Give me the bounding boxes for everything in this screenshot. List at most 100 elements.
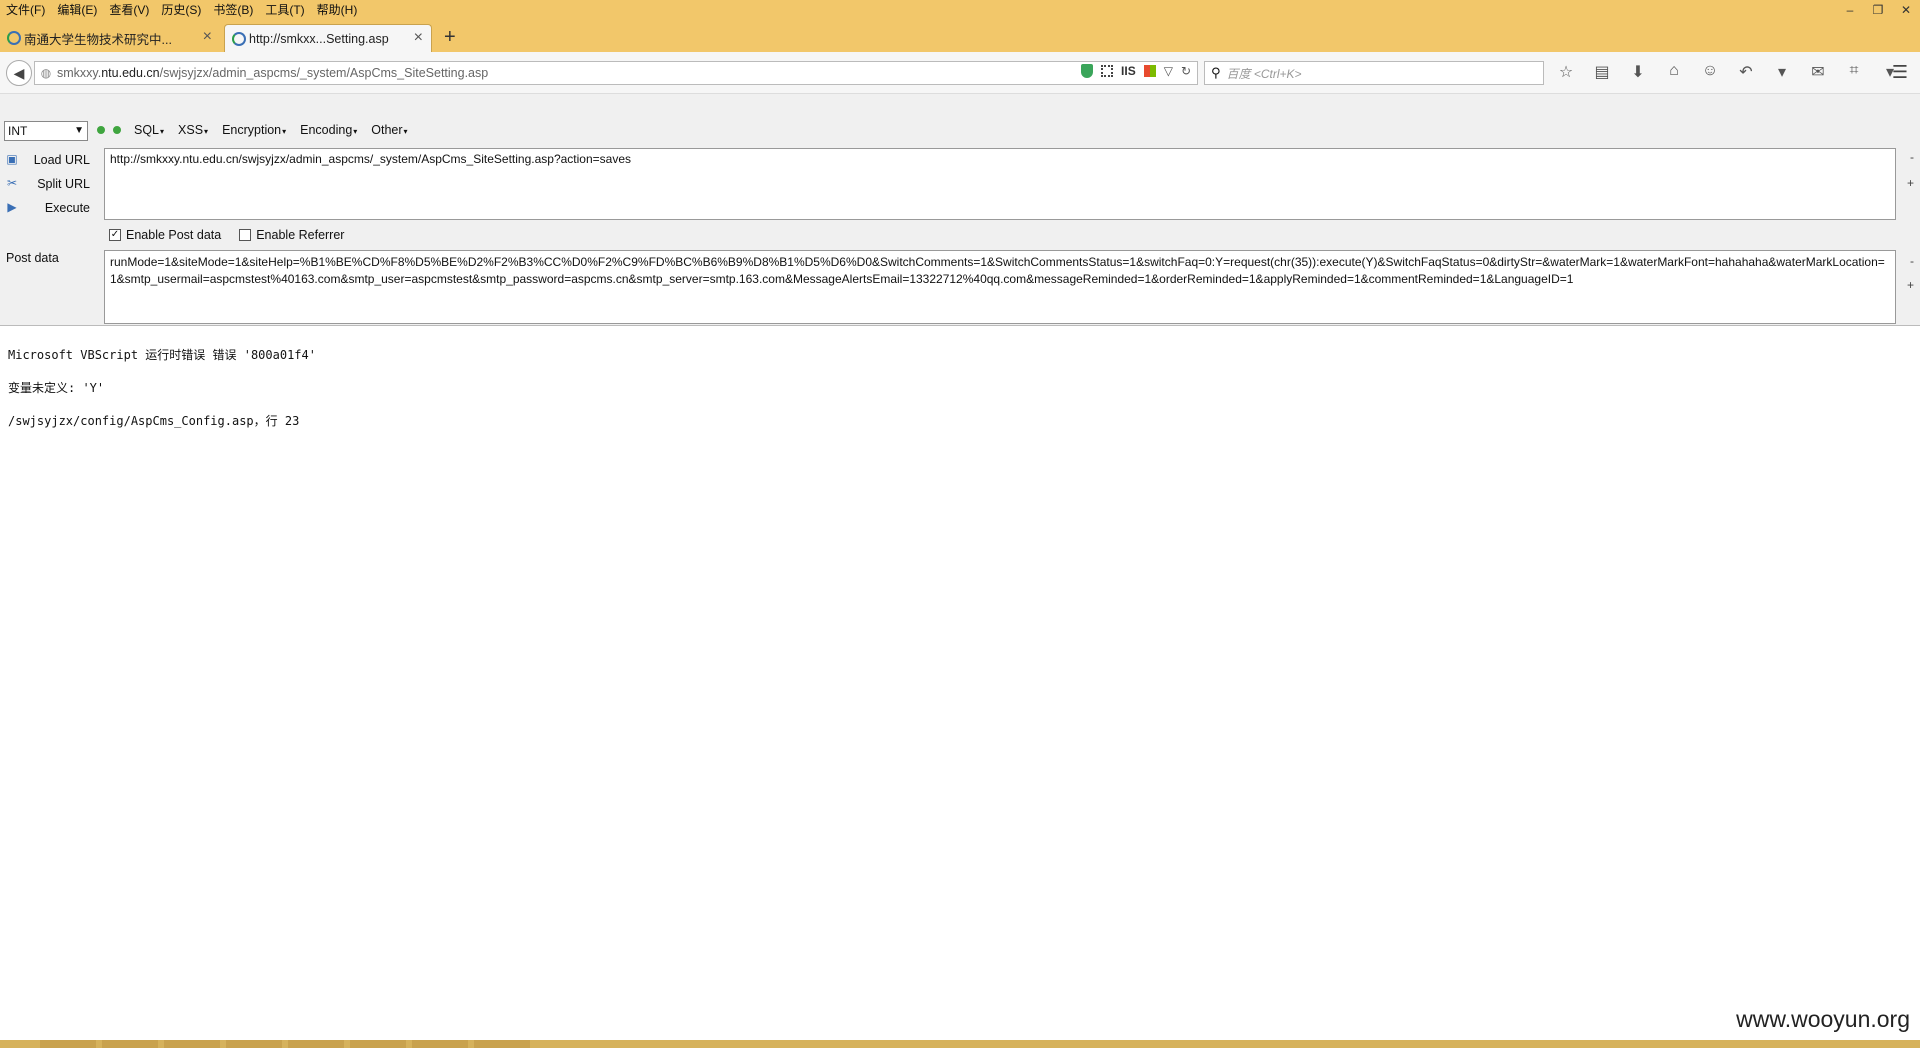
split-url-icon: ✂ — [6, 176, 18, 190]
hackbar-url-textarea[interactable]: http://smkxxy.ntu.edu.cn/swjsyjzx/admin_… — [104, 148, 1896, 220]
dropdown-arrow-icon[interactable]: ▽ — [1164, 64, 1173, 78]
new-tab-button[interactable]: + — [444, 26, 456, 49]
dropdown-arrow-icon[interactable]: ▾ — [1770, 62, 1794, 82]
crop-icon[interactable]: ⌗ — [1842, 62, 1866, 82]
site-info-icon[interactable]: ◍ — [35, 66, 57, 80]
menu-bookmarks[interactable]: 书签(B) — [207, 0, 259, 20]
menu-encoding[interactable]: Encoding — [300, 123, 357, 137]
url-bar-icons: IIS ▽ ↻ — [1081, 64, 1191, 78]
enable-post-checkbox[interactable]: ✓ Enable Post data — [109, 228, 221, 242]
shield-icon[interactable] — [1081, 64, 1094, 78]
tab-inactive[interactable]: 南通大学生物技术研究中... × — [0, 24, 220, 52]
reading-list-icon[interactable]: ▤ — [1590, 62, 1614, 82]
windows-logo-icon — [1143, 65, 1156, 77]
menu-history[interactable]: 历史(S) — [155, 0, 207, 20]
back-arrow-icon: ◀ — [13, 64, 25, 81]
execute-button[interactable]: ▶ Execute — [4, 196, 90, 220]
search-icon: ⚲ — [1211, 65, 1221, 80]
menu-other[interactable]: Other — [371, 123, 407, 137]
reload-icon[interactable]: ↻ — [1181, 64, 1191, 78]
decrease-icon[interactable] — [97, 126, 105, 134]
page-content: Microsoft VBScript 运行时错误 错误 '800a01f4' 变… — [8, 346, 316, 445]
checkbox-unchecked-icon — [239, 229, 252, 241]
taskbar-item[interactable] — [412, 1040, 468, 1048]
url-domain-main: ntu.edu.cn — [101, 66, 160, 80]
home-icon[interactable]: ⌂ — [1662, 62, 1686, 82]
post-shrink-button[interactable]: - — [1910, 254, 1914, 268]
taskbar-item[interactable] — [40, 1040, 96, 1048]
hackbar-options: ✓ Enable Post data Enable Referrer — [109, 228, 344, 242]
close-window-button[interactable]: ✕ — [1892, 0, 1920, 20]
url-shrink-button[interactable]: - — [1910, 150, 1914, 164]
hackbar-menus: SQL XSS Encryption Encoding Other — [134, 123, 408, 137]
url-path: /swjsyjzx/admin_aspcms/_system/AspCms_Si… — [159, 66, 489, 80]
execute-icon: ▶ — [7, 200, 17, 214]
taskbar-item[interactable] — [226, 1040, 282, 1048]
error-title: Microsoft VBScript 运行时错误 错误 '800a01f4' — [8, 348, 316, 362]
hackbar-actions: ▣ Load URL ✂ Split URL ▶ Execute — [4, 148, 90, 220]
menu-encryption[interactable]: Encryption — [222, 123, 286, 137]
tab-active[interactable]: http://smkxx...Setting.asp × — [224, 24, 432, 52]
menu-help[interactable]: 帮助(H) — [311, 0, 364, 20]
iis-badge: IIS — [1121, 64, 1136, 78]
close-tab-icon[interactable]: × — [203, 28, 212, 46]
error-location: /swjsyjzx/config/AspCms_Config.asp，行 23 — [8, 414, 300, 428]
menu-view[interactable]: 查看(V) — [103, 0, 155, 20]
url-text[interactable]: smkxxy.ntu.edu.cn/swjsyjzx/admin_aspcms/… — [57, 66, 488, 80]
url-expand-button[interactable]: + — [1907, 176, 1914, 190]
restore-button[interactable]: ❐ — [1864, 0, 1892, 20]
message-icon[interactable]: ✉ — [1806, 62, 1830, 82]
qr-code-icon[interactable] — [1101, 65, 1114, 77]
menu-sql[interactable]: SQL — [134, 123, 164, 137]
hackbar-quick-buttons — [97, 126, 121, 134]
minimize-button[interactable]: – — [1836, 0, 1864, 20]
post-expand-button[interactable]: + — [1907, 278, 1914, 292]
taskbar-item[interactable] — [350, 1040, 406, 1048]
load-url-icon: ▣ — [6, 152, 18, 166]
taskbar-item[interactable] — [288, 1040, 344, 1048]
split-url-button[interactable]: ✂ Split URL — [4, 172, 90, 196]
taskbar-item[interactable] — [164, 1040, 220, 1048]
enable-post-label: Enable Post data — [126, 228, 222, 242]
taskbar-item[interactable] — [474, 1040, 530, 1048]
undo-icon[interactable]: ↶ — [1734, 62, 1758, 82]
tab-label: 南通大学生物技术研究中... — [24, 32, 172, 47]
nav-toolbar: ◀ ◍ smkxxy.ntu.edu.cn/swjsyjzx/admin_asp… — [0, 52, 1920, 94]
url-bar[interactable]: ◍ smkxxy.ntu.edu.cn/swjsyjzx/admin_aspcm… — [34, 61, 1198, 85]
enable-referrer-label: Enable Referrer — [256, 228, 345, 242]
type-select-value: INT — [8, 124, 28, 138]
load-url-label: Load URL — [33, 153, 90, 167]
checkbox-checked-icon: ✓ — [109, 229, 121, 241]
tab-label: http://smkxx...Setting.asp — [249, 31, 389, 46]
watermark: www.wooyun.org — [1736, 1006, 1910, 1032]
taskbar — [0, 1040, 1920, 1048]
site-favicon-icon — [7, 31, 21, 45]
post-data-label: Post data — [6, 251, 59, 265]
tab-strip: 南通大学生物技术研究中... × http://smkxx...Setting.… — [0, 20, 1920, 52]
close-tab-icon[interactable]: × — [414, 29, 423, 47]
hamburger-menu-icon[interactable]: ☰ — [1892, 62, 1908, 83]
menu-bar: 文件(F) 编辑(E) 查看(V) 历史(S) 书签(B) 工具(T) 帮助(H… — [0, 0, 363, 20]
download-icon[interactable]: ⬇ — [1626, 62, 1650, 82]
menu-tools[interactable]: 工具(T) — [259, 0, 310, 20]
bookmark-star-icon[interactable]: ☆ — [1554, 62, 1578, 82]
taskbar-item[interactable] — [102, 1040, 158, 1048]
chat-icon[interactable]: ☺ — [1698, 62, 1722, 82]
search-bar[interactable]: ⚲ 百度 <Ctrl+K> — [1204, 61, 1544, 85]
increase-icon[interactable] — [113, 126, 121, 134]
execute-label: Execute — [44, 201, 90, 215]
search-placeholder: 百度 <Ctrl+K> — [1226, 66, 1302, 81]
chevron-down-icon: ▼ — [74, 125, 84, 136]
menu-xss[interactable]: XSS — [178, 123, 208, 137]
error-message: 变量未定义: 'Y' — [8, 381, 105, 395]
load-url-button[interactable]: ▣ Load URL — [4, 148, 90, 172]
back-button[interactable]: ◀ — [6, 60, 32, 86]
post-data-textarea[interactable]: runMode=1&siteMode=1&siteHelp=%B1%BE%CD%… — [104, 250, 1896, 324]
toolbar-icons: ☆ ▤ ⬇ ⌂ ☺ ↶ ▾ ✉ ⌗ ▾ — [1554, 62, 1902, 82]
url-domain-prefix: smkxxy. — [57, 66, 102, 80]
window-controls: – ❐ ✕ — [1836, 0, 1920, 20]
enable-referrer-checkbox[interactable]: Enable Referrer — [239, 228, 344, 242]
type-select[interactable]: INT ▼ — [4, 121, 88, 141]
menu-file[interactable]: 文件(F) — [0, 0, 51, 20]
menu-edit[interactable]: 编辑(E) — [51, 0, 103, 20]
